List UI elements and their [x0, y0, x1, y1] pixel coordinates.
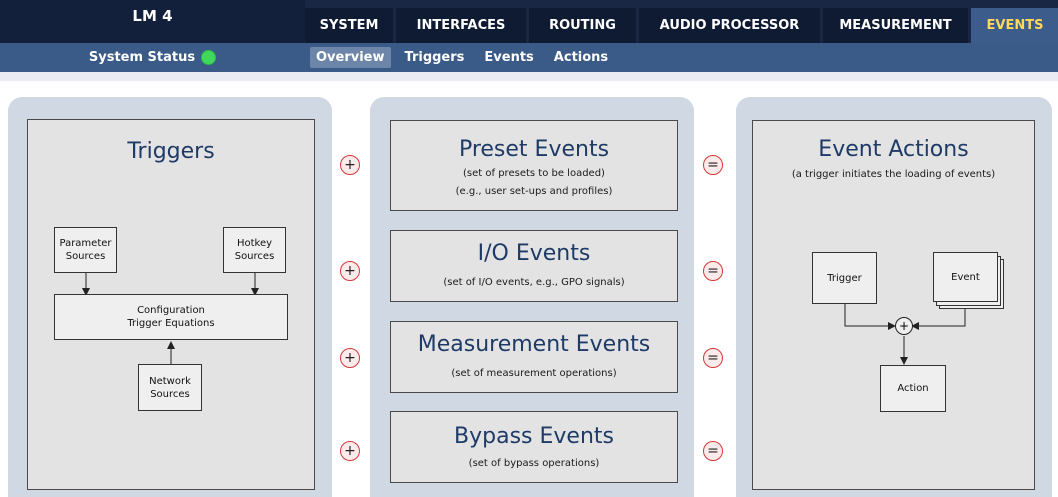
io-events-title: I/O Events [477, 241, 591, 266]
tab-interfaces[interactable]: INTERFACES [396, 8, 526, 43]
subtab-triggers[interactable]: Triggers [399, 47, 471, 68]
bypass-events-title: Bypass Events [454, 424, 614, 449]
bypass-events-box[interactable]: Bypass Events (set of bypass operations) [390, 411, 678, 483]
subtab-overview[interactable]: Overview [310, 47, 391, 68]
tab-events[interactable]: EVENTS [971, 8, 1058, 43]
system-status-label: System Status [88, 50, 196, 65]
equals-operator-icon: = [703, 441, 723, 461]
io-events-box[interactable]: I/O Events (set of I/O events, e.g., GPO… [390, 230, 678, 302]
system-status[interactable]: System Status [0, 43, 305, 72]
tab-measurement[interactable]: MEASUREMENT [823, 8, 968, 43]
preset-events-note: (set of presets to be loaded) [463, 168, 605, 179]
divider [0, 72, 1058, 81]
preset-events-note: (e.g., user set-ups and profiles) [455, 186, 613, 197]
measurement-events-box[interactable]: Measurement Events (set of measurement o… [390, 321, 678, 393]
equals-operator-icon: = [703, 261, 723, 281]
top-nav-bar: LM 4 SYSTEM INTERFACES ROUTING AUDIO PRO… [0, 0, 1058, 43]
tab-system[interactable]: SYSTEM [305, 8, 393, 43]
io-events-note: (set of I/O events, e.g., GPO signals) [443, 277, 625, 288]
plus-operator-icon: + [340, 155, 360, 175]
event-actions-box: Event Actions (a trigger initiates the l… [752, 120, 1035, 490]
event-actions-panel: Event Actions (a trigger initiates the l… [736, 97, 1052, 497]
plus-operator-icon: + [340, 441, 360, 461]
equals-operator-icon: = [703, 155, 723, 175]
network-sources-box: Network Sources [138, 364, 202, 411]
sub-nav-bar: System Status Overview Triggers Events A… [0, 43, 1058, 72]
events-panel: Preset Events (set of presets to be load… [370, 97, 694, 497]
measurement-events-title: Measurement Events [417, 332, 651, 357]
measurement-events-note: (set of measurement operations) [451, 368, 617, 379]
sub-tabs: Overview Triggers Events Actions [310, 47, 622, 68]
app-title: LM 4 [132, 7, 173, 25]
action-box: Action [880, 365, 946, 412]
equals-operator-icon: = [703, 348, 723, 368]
tab-audio-processor[interactable]: AUDIO PROCESSOR [639, 8, 820, 43]
preset-events-box[interactable]: Preset Events (set of presets to be load… [390, 120, 678, 211]
triggers-box: Triggers Parameter Sources Hotkey Source… [27, 119, 315, 490]
bypass-events-note: (set of bypass operations) [468, 458, 600, 469]
brand-area: LM 4 [0, 0, 305, 43]
triggers-panel: Triggers Parameter Sources Hotkey Source… [8, 97, 332, 497]
subtab-events[interactable]: Events [478, 47, 539, 68]
plus-junction-icon: + [895, 317, 913, 335]
tab-routing[interactable]: ROUTING [529, 8, 636, 43]
main-tabs: SYSTEM INTERFACES ROUTING AUDIO PROCESSO… [305, 8, 1058, 43]
status-indicator-icon [201, 50, 217, 65]
configuration-box: Configuration Trigger Equations [54, 294, 288, 340]
plus-operator-icon: + [340, 348, 360, 368]
preset-events-title: Preset Events [458, 137, 610, 162]
hotkey-sources-box: Hotkey Sources [223, 227, 286, 273]
parameter-sources-box: Parameter Sources [54, 227, 117, 273]
trigger-box: Trigger [812, 252, 877, 304]
plus-operator-icon: + [340, 261, 360, 281]
subtab-actions[interactable]: Actions [548, 47, 614, 68]
event-box: Event [933, 252, 998, 302]
